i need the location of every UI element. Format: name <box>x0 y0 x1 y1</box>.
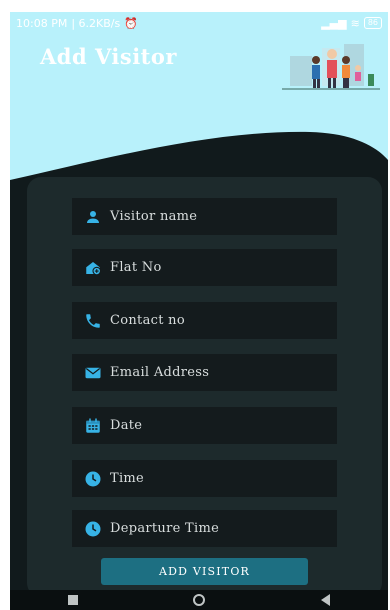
family-illustration-icon <box>282 44 380 90</box>
recents-icon[interactable] <box>67 595 78 605</box>
departure-time-field[interactable]: Departure Time <box>72 510 337 547</box>
clock-icon <box>84 470 102 488</box>
page-title: Add Visitor <box>40 44 177 69</box>
app-screen: 10:08 PM | 6.2KB/s ⏰ ▂▄▆ ≋ 86 Add Visito… <box>10 12 388 610</box>
house-icon <box>84 259 102 277</box>
date-field[interactable]: Date <box>72 407 337 444</box>
email-field[interactable]: Email Address <box>72 354 337 391</box>
battery-icon: 86 <box>363 17 382 29</box>
visitor-name-field[interactable]: Visitor name <box>72 198 337 235</box>
status-time: 10:08 PM <box>16 16 68 30</box>
calendar-icon <box>84 417 102 435</box>
date-placeholder: Date <box>110 418 143 433</box>
contact-no-placeholder: Contact no <box>110 313 185 328</box>
phone-icon <box>84 312 102 330</box>
add-visitor-button[interactable]: ADD VISITOR <box>101 558 308 585</box>
flat-no-field[interactable]: Flat No <box>72 249 337 286</box>
email-icon <box>84 364 102 382</box>
time-field[interactable]: Time <box>72 460 337 497</box>
signal-icon: ▂▄▆ <box>321 16 347 30</box>
wifi-icon: ≋ <box>350 16 360 30</box>
person-icon <box>84 208 102 226</box>
status-speed: | 6.2KB/s <box>71 16 121 30</box>
home-icon[interactable] <box>193 594 206 606</box>
clock-icon <box>84 520 102 538</box>
system-nav-bar <box>10 590 388 610</box>
alarm-icon: ⏰ <box>124 16 138 30</box>
email-placeholder: Email Address <box>110 365 210 380</box>
back-icon[interactable] <box>321 594 331 606</box>
contact-no-field[interactable]: Contact no <box>72 302 337 339</box>
visitor-name-placeholder: Visitor name <box>110 209 198 224</box>
flat-no-placeholder: Flat No <box>110 260 162 275</box>
status-bar: 10:08 PM | 6.2KB/s ⏰ ▂▄▆ ≋ 86 <box>10 12 388 34</box>
time-placeholder: Time <box>110 471 145 486</box>
departure-time-placeholder: Departure Time <box>110 521 220 536</box>
